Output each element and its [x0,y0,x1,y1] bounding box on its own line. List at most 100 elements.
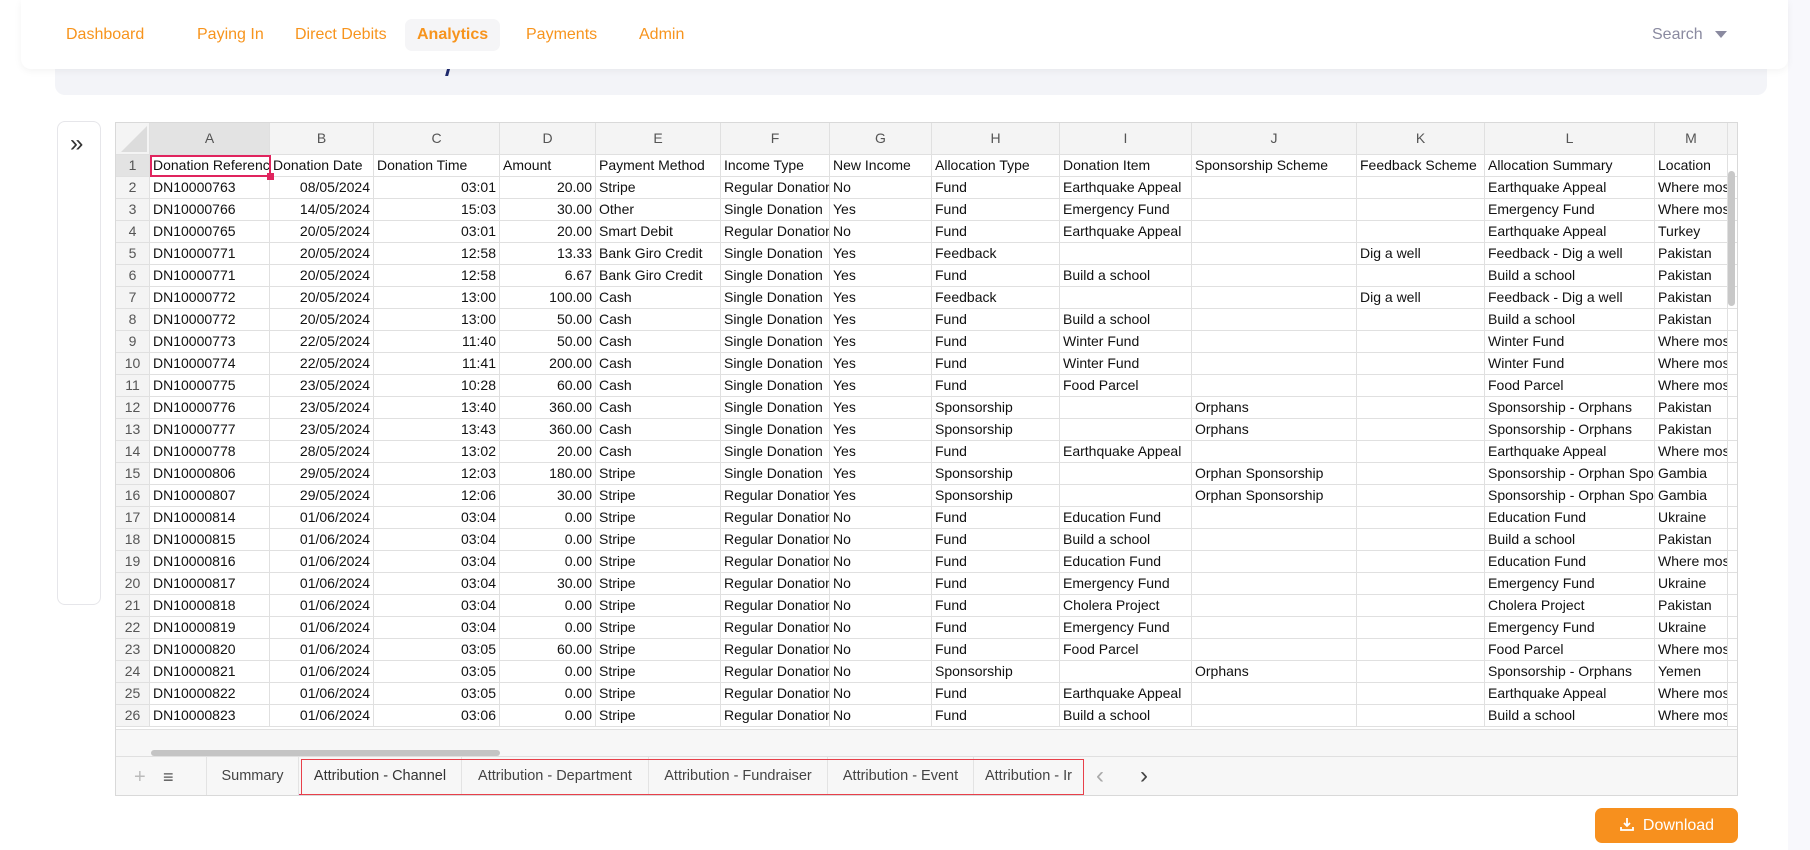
cell[interactable]: Gambia [1655,485,1728,507]
cell[interactable] [1060,485,1192,507]
cell[interactable]: Education Fund [1060,551,1192,573]
column-header[interactable] [1728,123,1737,155]
cell[interactable]: Yes [830,441,932,463]
column-header[interactable]: J [1192,123,1357,155]
cell[interactable]: Donation Reference [150,155,270,177]
column-header[interactable]: E [596,123,721,155]
cell[interactable] [1728,309,1737,331]
column-header[interactable]: C [374,123,500,155]
cell[interactable]: 01/06/2024 [270,573,374,595]
cell[interactable]: Emergency Fund [1485,199,1655,221]
row-header[interactable]: 14 [116,441,150,463]
cell[interactable] [1728,617,1737,639]
cell[interactable]: 23/05/2024 [270,397,374,419]
cell[interactable]: 03:04 [374,529,500,551]
cell[interactable]: 23/05/2024 [270,419,374,441]
cell[interactable]: Single Donation [721,375,830,397]
cell[interactable]: 12:58 [374,265,500,287]
cell[interactable]: Stripe [596,683,721,705]
cell[interactable]: Cash [596,353,721,375]
cell[interactable] [1192,529,1357,551]
cell[interactable]: Regular Donation [721,551,830,573]
cell[interactable] [1192,177,1357,199]
cell[interactable]: DN10000817 [150,573,270,595]
cell[interactable]: Pakistan [1655,419,1728,441]
column-header[interactable]: M [1655,123,1728,155]
cell[interactable]: Single Donation [721,309,830,331]
cell[interactable]: Yes [830,331,932,353]
cell[interactable]: 0.00 [500,705,596,727]
row-header[interactable]: 1 [116,155,150,177]
cell[interactable]: Single Donation [721,419,830,441]
cell[interactable]: Donation Date [270,155,374,177]
cell[interactable] [1728,485,1737,507]
column-header[interactable]: G [830,123,932,155]
column-header[interactable]: F [721,123,830,155]
cell[interactable]: Emergency Fund [1060,573,1192,595]
cell[interactable]: 20/05/2024 [270,243,374,265]
cell[interactable]: Donation Item [1060,155,1192,177]
cell[interactable] [1357,441,1485,463]
cell[interactable]: 03:04 [374,595,500,617]
cell[interactable]: Where most needed [1655,177,1728,199]
cell[interactable]: Pakistan [1655,529,1728,551]
cell[interactable]: Ukraine [1655,573,1728,595]
cell[interactable]: 03:05 [374,639,500,661]
cell[interactable]: DN10000774 [150,353,270,375]
nav-paying-in[interactable]: Paying In [185,19,276,51]
cell[interactable]: 20/05/2024 [270,287,374,309]
row-header[interactable]: 18 [116,529,150,551]
cell[interactable]: Fund [932,265,1060,287]
cell[interactable]: Regular Donation [721,221,830,243]
cell[interactable] [1357,551,1485,573]
cell[interactable]: Pakistan [1655,287,1728,309]
cell[interactable]: Regular Donation [721,595,830,617]
cell[interactable] [1728,375,1737,397]
cell[interactable]: Sponsorship - Orphan Sponsorship [1485,485,1655,507]
cell[interactable] [1357,705,1485,727]
cell[interactable]: No [830,639,932,661]
row-header[interactable]: 24 [116,661,150,683]
row-header[interactable]: 3 [116,199,150,221]
cell[interactable] [1060,397,1192,419]
cell[interactable] [1357,639,1485,661]
cell[interactable]: DN10000766 [150,199,270,221]
cell[interactable]: Regular Donation [721,617,830,639]
cell[interactable]: 180.00 [500,463,596,485]
column-header[interactable]: A [150,123,270,155]
cell[interactable]: 22/05/2024 [270,353,374,375]
cell[interactable]: Regular Donation [721,639,830,661]
cell[interactable] [1728,529,1737,551]
cell[interactable]: Fund [932,617,1060,639]
cell[interactable] [1357,419,1485,441]
row-header[interactable]: 20 [116,573,150,595]
cell[interactable]: DN10000814 [150,507,270,529]
cell[interactable] [1060,463,1192,485]
cell[interactable] [1192,375,1357,397]
cell[interactable]: No [830,661,932,683]
cell[interactable]: 0.00 [500,551,596,573]
cell[interactable]: Feedback Scheme [1357,155,1485,177]
cell[interactable]: Yes [830,353,932,375]
sheet-menu-button[interactable]: ≡ [163,757,174,795]
cell[interactable]: 13:00 [374,287,500,309]
cell[interactable] [1357,683,1485,705]
cell[interactable] [1192,309,1357,331]
cell[interactable]: 0.00 [500,507,596,529]
download-button[interactable]: Download [1595,808,1738,843]
cell-grid[interactable]: A B C D E F G H I J K L M 1 Donation Reference Donation… [116,123,1737,727]
cell[interactable] [1060,419,1192,441]
cell[interactable] [1728,463,1737,485]
cell[interactable]: 30.00 [500,573,596,595]
cell[interactable]: Where most needed [1655,353,1728,375]
cell[interactable]: Feedback [932,287,1060,309]
cell[interactable]: Yes [830,397,932,419]
cell[interactable]: Single Donation [721,441,830,463]
cell[interactable] [1192,617,1357,639]
row-header[interactable]: 16 [116,485,150,507]
cell[interactable]: Allocation Summary [1485,155,1655,177]
nav-analytics[interactable]: Analytics [405,19,501,51]
cell[interactable] [1060,287,1192,309]
cell[interactable]: Pakistan [1655,243,1728,265]
cell[interactable]: Sponsorship - Orphans [1485,661,1655,683]
